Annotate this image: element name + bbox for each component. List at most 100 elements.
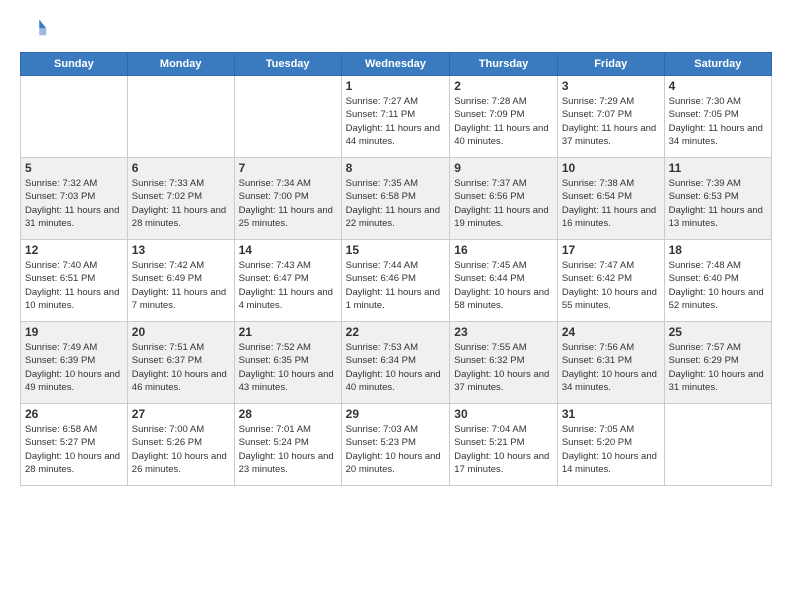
day-number: 6 [132,161,230,175]
week-row-2: 5 Sunrise: 7:32 AM Sunset: 7:03 PM Daylig… [21,158,772,240]
day-number: 5 [25,161,123,175]
day-number: 26 [25,407,123,421]
day-number: 30 [454,407,553,421]
week-row-1: 1Sunrise: 7:27 AM Sunset: 7:11 PM Daylig… [21,76,772,158]
day-cell: 10 Sunrise: 7:38 AM Sunset: 6:54 PM Dayli… [557,158,664,240]
day-cell: 1Sunrise: 7:27 AM Sunset: 7:11 PM Daylig… [341,76,450,158]
day-info: Sunrise: 7:03 AM Sunset: 5:23 PM Dayligh… [346,423,446,476]
day-info: Sunrise: 7:42 AM Sunset: 6:49 PM Dayligh… [132,259,230,312]
day-cell: 6Sunrise: 7:33 AM Sunset: 7:02 PM Daylig… [127,158,234,240]
week-row-4: 19 Sunrise: 7:49 AM Sunset: 6:39 PM Dayli… [21,322,772,404]
day-cell: 12 Sunrise: 7:40 AM Sunset: 6:51 PM Dayli… [21,240,128,322]
day-number: 16 [454,243,553,257]
day-info: Sunrise: 7:35 AM Sunset: 6:58 PM Dayligh… [346,177,446,230]
day-number: 24 [562,325,660,339]
day-number: 25 [669,325,767,339]
day-number: 10 [562,161,660,175]
day-info: Sunrise: 7:57 AM Sunset: 6:29 PM Dayligh… [669,341,767,394]
day-info: Sunrise: 7:56 AM Sunset: 6:31 PM Dayligh… [562,341,660,394]
day-number: 18 [669,243,767,257]
day-cell: 21 Sunrise: 7:52 AM Sunset: 6:35 PM Dayli… [234,322,341,404]
week-row-3: 12 Sunrise: 7:40 AM Sunset: 6:51 PM Dayli… [21,240,772,322]
day-cell: 23 Sunrise: 7:55 AM Sunset: 6:32 PM Dayli… [450,322,558,404]
day-cell [664,404,771,486]
day-cell: 14Sunrise: 7:43 AM Sunset: 6:47 PM Dayli… [234,240,341,322]
day-number: 11 [669,161,767,175]
weekday-header-saturday: Saturday [664,53,771,76]
week-row-5: 26 Sunrise: 6:58 AM Sunset: 5:27 PM Dayli… [21,404,772,486]
day-number: 21 [239,325,337,339]
day-number: 17 [562,243,660,257]
day-info: Sunrise: 7:48 AM Sunset: 6:40 PM Dayligh… [669,259,767,312]
weekday-header-row: SundayMondayTuesdayWednesdayThursdayFrid… [21,53,772,76]
day-number: 4 [669,79,767,93]
day-cell: 11 Sunrise: 7:39 AM Sunset: 6:53 PM Dayli… [664,158,771,240]
day-cell: 29 Sunrise: 7:03 AM Sunset: 5:23 PM Dayli… [341,404,450,486]
day-cell: 31Sunrise: 7:05 AM Sunset: 5:20 PM Dayli… [557,404,664,486]
day-cell: 18 Sunrise: 7:48 AM Sunset: 6:40 PM Dayli… [664,240,771,322]
day-info: Sunrise: 7:39 AM Sunset: 6:53 PM Dayligh… [669,177,767,230]
day-cell: 13 Sunrise: 7:42 AM Sunset: 6:49 PM Dayli… [127,240,234,322]
day-info: Sunrise: 7:32 AM Sunset: 7:03 PM Dayligh… [25,177,123,230]
weekday-header-monday: Monday [127,53,234,76]
day-info: Sunrise: 7:04 AM Sunset: 5:21 PM Dayligh… [454,423,553,476]
day-number: 28 [239,407,337,421]
day-info: Sunrise: 7:44 AM Sunset: 6:46 PM Dayligh… [346,259,446,312]
day-number: 12 [25,243,123,257]
day-info: Sunrise: 7:38 AM Sunset: 6:54 PM Dayligh… [562,177,660,230]
day-number: 13 [132,243,230,257]
day-cell: 22 Sunrise: 7:53 AM Sunset: 6:34 PM Dayli… [341,322,450,404]
day-number: 19 [25,325,123,339]
day-number: 3 [562,79,660,93]
logo-icon [20,16,48,44]
day-cell: 25 Sunrise: 7:57 AM Sunset: 6:29 PM Dayli… [664,322,771,404]
day-info: Sunrise: 6:58 AM Sunset: 5:27 PM Dayligh… [25,423,123,476]
day-info: Sunrise: 7:28 AM Sunset: 7:09 PM Dayligh… [454,95,553,148]
day-cell [127,76,234,158]
day-info: Sunrise: 7:37 AM Sunset: 6:56 PM Dayligh… [454,177,553,230]
day-cell: 30 Sunrise: 7:04 AM Sunset: 5:21 PM Dayli… [450,404,558,486]
day-info: Sunrise: 7:30 AM Sunset: 7:05 PM Dayligh… [669,95,767,148]
day-number: 7 [239,161,337,175]
day-cell: 5 Sunrise: 7:32 AM Sunset: 7:03 PM Daylig… [21,158,128,240]
day-info: Sunrise: 7:49 AM Sunset: 6:39 PM Dayligh… [25,341,123,394]
weekday-header-wednesday: Wednesday [341,53,450,76]
day-info: Sunrise: 7:47 AM Sunset: 6:42 PM Dayligh… [562,259,660,312]
day-info: Sunrise: 7:51 AM Sunset: 6:37 PM Dayligh… [132,341,230,394]
day-number: 23 [454,325,553,339]
calendar-page: SundayMondayTuesdayWednesdayThursdayFrid… [0,0,792,612]
day-info: Sunrise: 7:43 AM Sunset: 6:47 PM Dayligh… [239,259,337,312]
day-info: Sunrise: 7:05 AM Sunset: 5:20 PM Dayligh… [562,423,660,476]
day-cell: 28 Sunrise: 7:01 AM Sunset: 5:24 PM Dayli… [234,404,341,486]
day-number: 9 [454,161,553,175]
day-cell: 17 Sunrise: 7:47 AM Sunset: 6:42 PM Dayli… [557,240,664,322]
day-cell: 16 Sunrise: 7:45 AM Sunset: 6:44 PM Dayli… [450,240,558,322]
day-number: 15 [346,243,446,257]
day-number: 22 [346,325,446,339]
day-info: Sunrise: 7:34 AM Sunset: 7:00 PM Dayligh… [239,177,337,230]
day-cell: 4 Sunrise: 7:30 AM Sunset: 7:05 PM Daylig… [664,76,771,158]
day-number: 1 [346,79,446,93]
day-cell: 15 Sunrise: 7:44 AM Sunset: 6:46 PM Dayli… [341,240,450,322]
day-info: Sunrise: 7:55 AM Sunset: 6:32 PM Dayligh… [454,341,553,394]
day-info: Sunrise: 7:53 AM Sunset: 6:34 PM Dayligh… [346,341,446,394]
day-number: 29 [346,407,446,421]
day-info: Sunrise: 7:01 AM Sunset: 5:24 PM Dayligh… [239,423,337,476]
day-cell: 27Sunrise: 7:00 AM Sunset: 5:26 PM Dayli… [127,404,234,486]
day-info: Sunrise: 7:52 AM Sunset: 6:35 PM Dayligh… [239,341,337,394]
weekday-header-thursday: Thursday [450,53,558,76]
day-cell: 3Sunrise: 7:29 AM Sunset: 7:07 PM Daylig… [557,76,664,158]
day-cell: 9 Sunrise: 7:37 AM Sunset: 6:56 PM Daylig… [450,158,558,240]
day-cell: 19 Sunrise: 7:49 AM Sunset: 6:39 PM Dayli… [21,322,128,404]
day-cell: 24 Sunrise: 7:56 AM Sunset: 6:31 PM Dayli… [557,322,664,404]
logo [20,16,52,44]
day-info: Sunrise: 7:40 AM Sunset: 6:51 PM Dayligh… [25,259,123,312]
day-info: Sunrise: 7:45 AM Sunset: 6:44 PM Dayligh… [454,259,553,312]
day-number: 2 [454,79,553,93]
day-cell: 20 Sunrise: 7:51 AM Sunset: 6:37 PM Dayli… [127,322,234,404]
day-number: 20 [132,325,230,339]
day-cell: 7 Sunrise: 7:34 AM Sunset: 7:00 PM Daylig… [234,158,341,240]
weekday-header-sunday: Sunday [21,53,128,76]
day-cell: 2 Sunrise: 7:28 AM Sunset: 7:09 PM Daylig… [450,76,558,158]
day-cell [234,76,341,158]
